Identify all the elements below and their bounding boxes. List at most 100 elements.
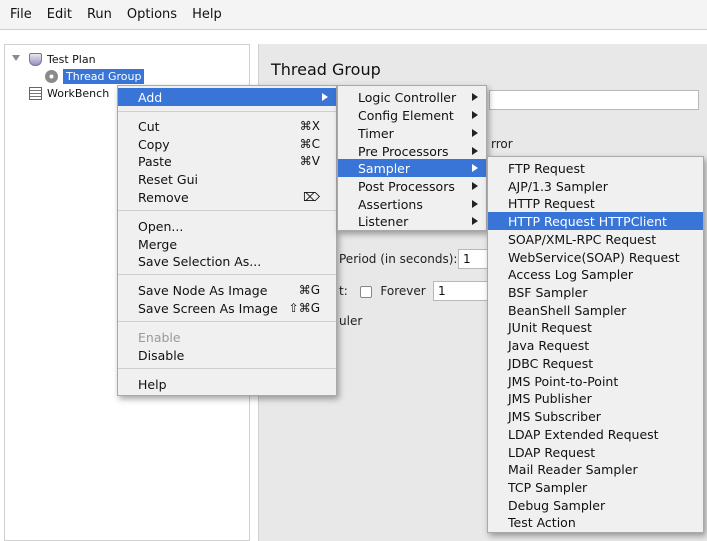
menu-item-label: Debug Sampler — [508, 497, 606, 513]
thread-group-icon — [45, 70, 58, 83]
menu-item-label: JMS Subscriber — [508, 408, 601, 424]
submenu-arrow-icon — [472, 147, 478, 155]
menu-separator — [118, 368, 336, 369]
menu-item-remove[interactable]: Remove ⌦ — [118, 188, 336, 206]
delete-key-icon: ⌦ — [303, 190, 320, 204]
submenu-item-post-processors[interactable]: Post Processors — [338, 177, 486, 195]
menu-item-label: Reset Gui — [138, 171, 198, 187]
sampler-item[interactable]: WebService(SOAP) Request — [488, 248, 703, 266]
tree-expand-icon[interactable] — [12, 55, 20, 61]
sampler-item[interactable]: BeanShell Sampler — [488, 301, 703, 319]
error-section-label: rror — [491, 137, 513, 151]
sampler-item[interactable]: JUnit Request — [488, 318, 703, 336]
ramp-up-label: Period (in seconds): — [339, 252, 458, 266]
menu-edit[interactable]: Edit — [47, 7, 72, 22]
menu-file[interactable]: File — [10, 7, 32, 22]
submenu-arrow-icon — [472, 200, 478, 208]
name-field[interactable] — [489, 90, 699, 110]
menu-item-label: Add — [138, 89, 163, 105]
menu-item-cut[interactable]: Cut ⌘X — [118, 117, 336, 135]
menu-separator — [118, 274, 336, 275]
loop-count-label: t: Forever — [339, 284, 426, 298]
submenu-arrow-icon — [322, 93, 328, 101]
ramp-up-field[interactable]: 1 — [458, 249, 490, 269]
sampler-item[interactable]: TCP Sampler — [488, 478, 703, 496]
sampler-item[interactable]: LDAP Request — [488, 443, 703, 461]
menu-item-label: Save Screen As Image — [138, 300, 278, 316]
tree-item-test-plan[interactable]: Test Plan — [29, 53, 96, 66]
menu-item-reset-gui[interactable]: Reset Gui — [118, 170, 336, 188]
loop-count-field[interactable]: 1 — [433, 281, 489, 301]
menu-item-save-selection[interactable]: Save Selection As... — [118, 252, 336, 270]
menu-item-open[interactable]: Open... — [118, 217, 336, 235]
forever-label: Forever — [380, 284, 426, 298]
menu-run[interactable]: Run — [87, 7, 112, 22]
menu-item-save-screen-image[interactable]: Save Screen As Image ⇧⌘G — [118, 299, 336, 317]
sampler-item[interactable]: AJP/1.3 Sampler — [488, 177, 703, 195]
sampler-item[interactable]: Access Log Sampler — [488, 265, 703, 283]
menu-item-label: Cut — [138, 118, 160, 134]
add-submenu: Logic Controller Config Element Timer Pr… — [337, 85, 487, 231]
submenu-item-assertions[interactable]: Assertions — [338, 195, 486, 213]
menu-options[interactable]: Options — [127, 7, 177, 22]
sampler-item[interactable]: Java Request — [488, 336, 703, 354]
sampler-item[interactable]: JMS Publisher — [488, 389, 703, 407]
menu-item-label: Listener — [358, 213, 409, 229]
loop-count-prefix: t: — [339, 284, 348, 298]
menu-item-label: Config Element — [358, 107, 454, 123]
menu-item-label: TCP Sampler — [508, 479, 588, 495]
submenu-item-timer[interactable]: Timer — [338, 124, 486, 142]
menu-item-label: JMS Point-to-Point — [508, 373, 619, 389]
menu-item-label: Post Processors — [358, 178, 455, 194]
sampler-item[interactable]: Test Action — [488, 513, 703, 531]
sampler-item[interactable]: Debug Sampler — [488, 496, 703, 514]
sampler-item[interactable]: SOAP/XML-RPC Request — [488, 230, 703, 248]
menu-item-label: Paste — [138, 153, 172, 169]
menu-item-copy[interactable]: Copy ⌘C — [118, 135, 336, 153]
forever-checkbox[interactable] — [359, 285, 372, 298]
sampler-item[interactable]: FTP Request — [488, 159, 703, 177]
submenu-item-config-element[interactable]: Config Element — [338, 106, 486, 124]
shortcut-label: ⌘G — [298, 283, 320, 297]
submenu-arrow-icon — [472, 111, 478, 119]
submenu-item-pre-processors[interactable]: Pre Processors — [338, 142, 486, 160]
menu-item-label: BSF Sampler — [508, 284, 588, 300]
submenu-item-logic-controller[interactable]: Logic Controller — [338, 88, 486, 106]
submenu-arrow-icon — [472, 129, 478, 137]
menu-item-disable[interactable]: Disable — [118, 346, 336, 364]
tree-item-workbench[interactable]: WorkBench — [29, 87, 109, 100]
menu-item-help[interactable]: Help — [118, 375, 336, 393]
menu-item-label: SOAP/XML-RPC Request — [508, 231, 657, 247]
sampler-item[interactable]: LDAP Extended Request — [488, 425, 703, 443]
menu-help[interactable]: Help — [192, 7, 222, 22]
sampler-item[interactable]: JMS Point-to-Point — [488, 372, 703, 390]
menu-item-label: LDAP Extended Request — [508, 426, 659, 442]
submenu-item-sampler[interactable]: Sampler — [338, 159, 486, 177]
sampler-item[interactable]: BSF Sampler — [488, 283, 703, 301]
menu-item-label: Java Request — [508, 337, 590, 353]
menu-item-label: Merge — [138, 236, 178, 252]
shortcut-label: ⌘V — [299, 154, 320, 168]
menu-item-label: Open... — [138, 218, 184, 234]
scheduler-label: uler — [339, 314, 363, 328]
submenu-item-listener[interactable]: Listener — [338, 212, 486, 230]
menu-item-label: WebService(SOAP) Request — [508, 249, 680, 265]
menu-item-label: Enable — [138, 329, 181, 345]
tree-item-label: Thread Group — [63, 69, 145, 84]
submenu-arrow-icon — [472, 182, 478, 190]
sampler-item[interactable]: Mail Reader Sampler — [488, 460, 703, 478]
sampler-item[interactable]: HTTP Request — [488, 194, 703, 212]
menu-item-label: BeanShell Sampler — [508, 302, 627, 318]
shortcut-label: ⌘X — [299, 119, 320, 133]
menu-item-save-node-image[interactable]: Save Node As Image ⌘G — [118, 281, 336, 299]
menu-item-add[interactable]: Add — [118, 88, 336, 106]
menu-item-label: Sampler — [358, 160, 411, 176]
menu-item-paste[interactable]: Paste ⌘V — [118, 152, 336, 170]
menu-item-label: Save Node As Image — [138, 282, 268, 298]
sampler-item[interactable]: JDBC Request — [488, 354, 703, 372]
loop-count-value: 1 — [438, 284, 446, 298]
menu-item-merge[interactable]: Merge — [118, 235, 336, 253]
tree-item-thread-group[interactable]: Thread Group — [45, 69, 145, 84]
sampler-item[interactable]: JMS Subscriber — [488, 407, 703, 425]
sampler-item-highlighted[interactable]: HTTP Request HTTPClient — [488, 212, 703, 230]
